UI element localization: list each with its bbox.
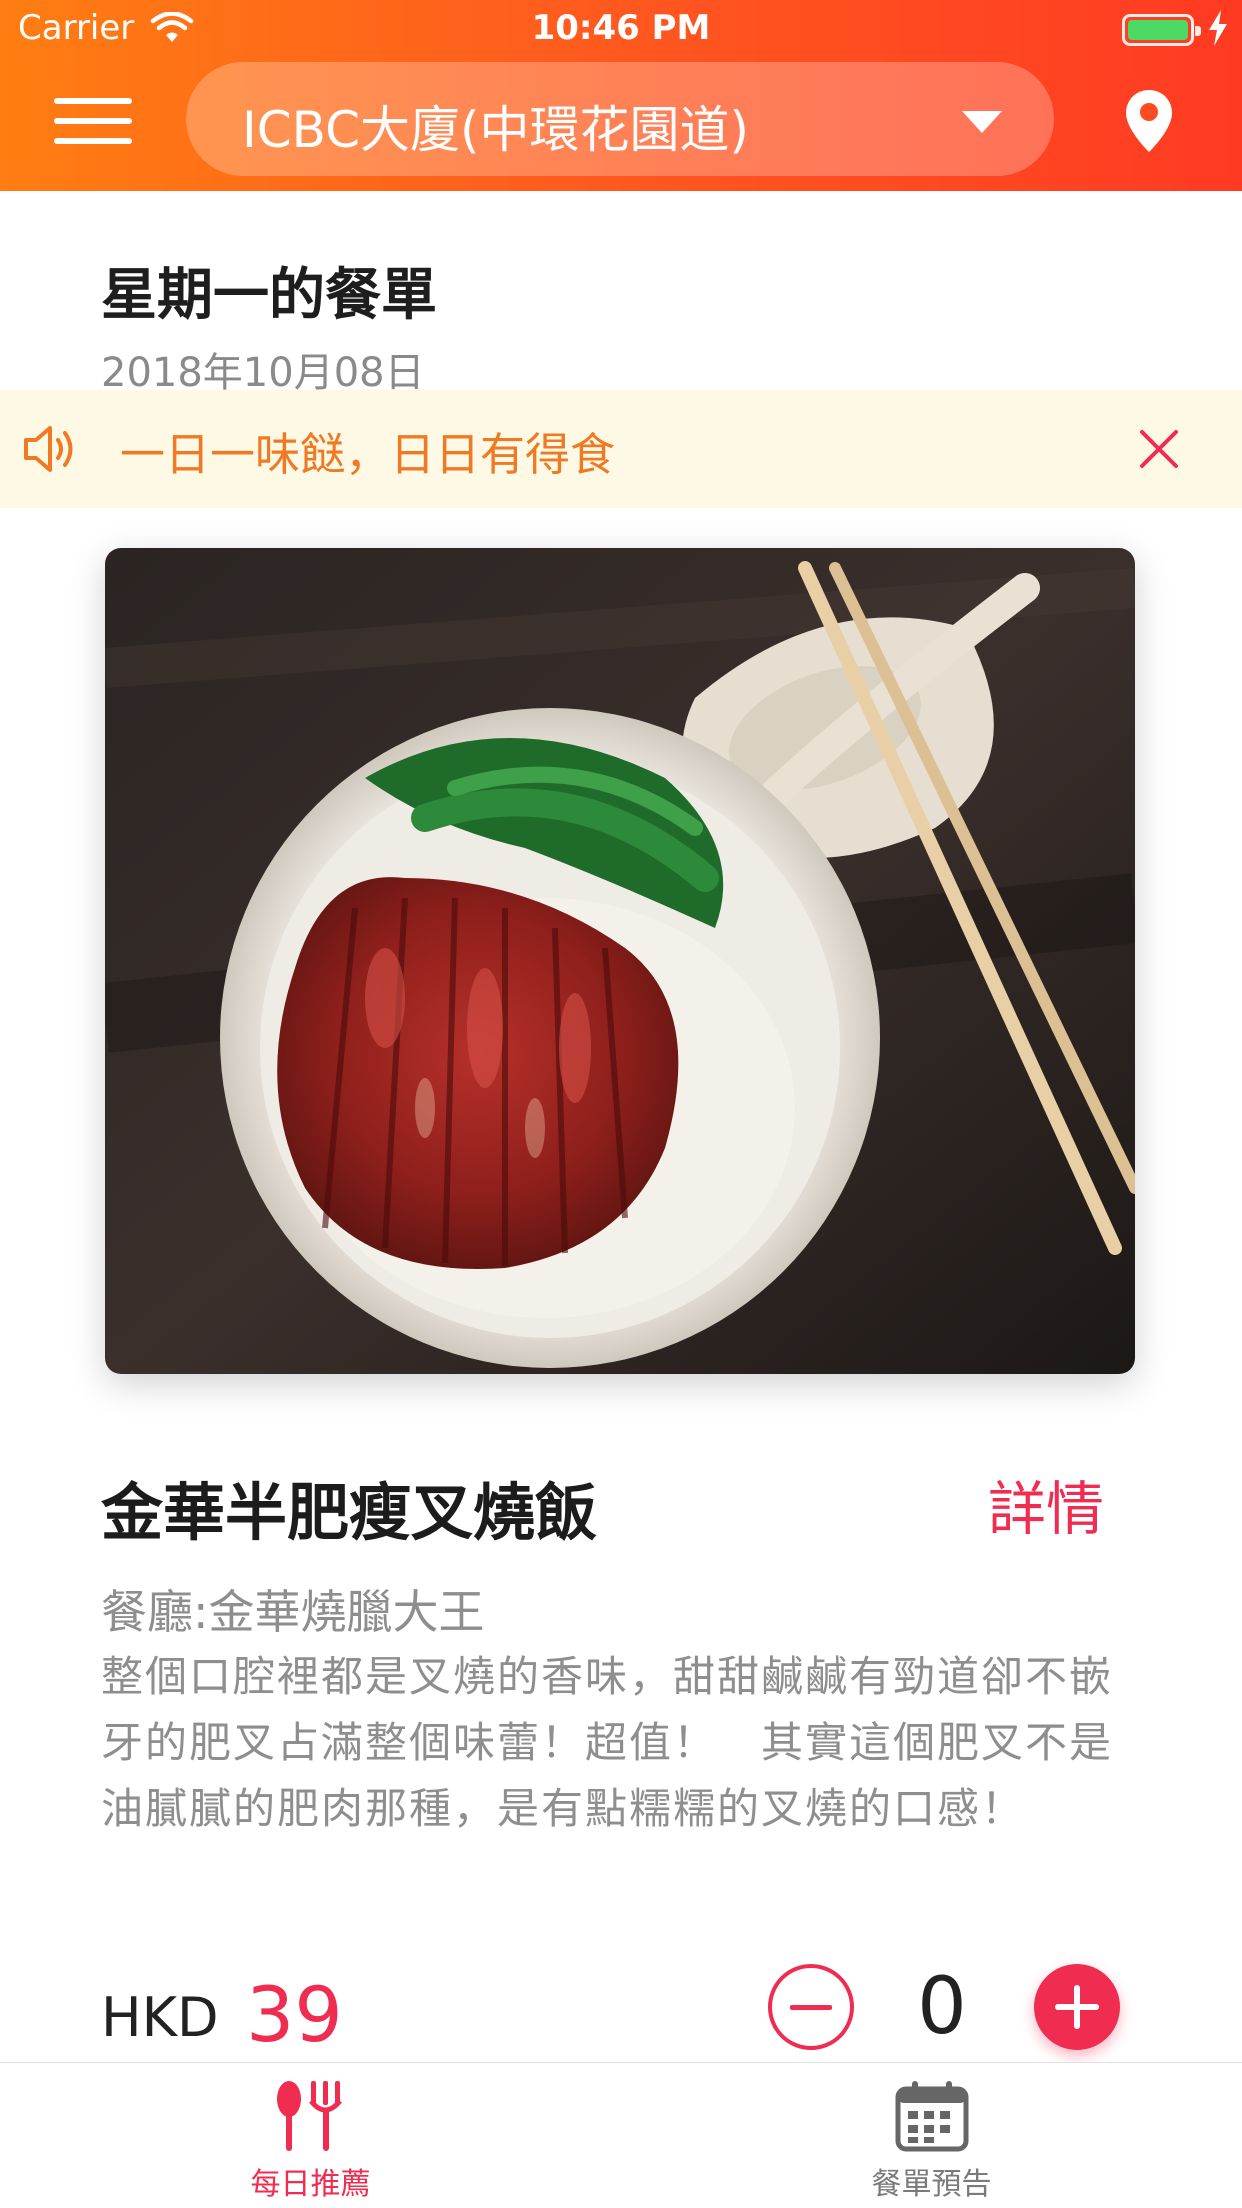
status-time: 10:46 PM	[531, 8, 711, 48]
app-header: Carrier 10:46 PM ICBC大廈(中環花園道)	[0, 0, 1242, 191]
details-link[interactable]: 詳情	[988, 1462, 1104, 1546]
tab-label: 餐單預告	[871, 2167, 992, 2202]
tab-bar: 每日推薦 餐單預告	[0, 2062, 1242, 2208]
minus-icon	[790, 2005, 832, 2010]
tab-label: 每日推薦	[250, 2167, 371, 2202]
notice-text: 一日一味餸，日日有得食	[120, 428, 616, 481]
dish-name: 金華半肥瘦叉燒飯	[101, 1476, 598, 1549]
notice-bar: 一日一味餸，日日有得食	[0, 390, 1242, 508]
fork-knife-icon	[276, 2081, 342, 2151]
caret-down-icon	[962, 111, 1002, 133]
page-title: 星期一的餐單	[101, 263, 437, 328]
close-icon[interactable]	[1138, 428, 1180, 470]
restaurant-label: 餐廳:金華燒臘大王	[101, 1585, 485, 1639]
battery-icon	[1122, 14, 1201, 46]
tab-menu-preview[interactable]: 餐單預告	[621, 2063, 1242, 2208]
decrease-quantity-button[interactable]	[768, 1964, 854, 2050]
status-bar: Carrier 10:46 PM	[0, 0, 1242, 60]
quantity-value: 0	[917, 1962, 967, 2052]
food-photo-image	[105, 548, 1135, 1374]
dish-description: 整個口腔裡都是叉燒的香味，甜甜鹹鹹有勁道卻不嵌牙的肥叉占滿整個味蕾！超值！ 其實…	[101, 1652, 1114, 1833]
increase-quantity-button[interactable]	[1034, 1964, 1120, 2050]
charging-bolt-icon	[1209, 10, 1227, 46]
hamburger-menu-icon[interactable]	[54, 98, 132, 144]
speaker-icon	[24, 426, 73, 472]
location-label: ICBC大廈(中環花園道)	[242, 101, 750, 159]
currency-label: HKD	[101, 1986, 219, 2049]
location-selector[interactable]: ICBC大廈(中環花園道)	[186, 62, 1054, 176]
tab-daily-recommendation[interactable]: 每日推薦	[0, 2063, 621, 2208]
app-screen: { "status_bar": {"carrier": "Carrier", "…	[0, 0, 1242, 2208]
map-pin-icon[interactable]	[1126, 90, 1172, 152]
food-photo[interactable]	[105, 548, 1135, 1374]
calendar-icon	[895, 2081, 968, 2152]
price-value: 39	[246, 1970, 343, 2059]
